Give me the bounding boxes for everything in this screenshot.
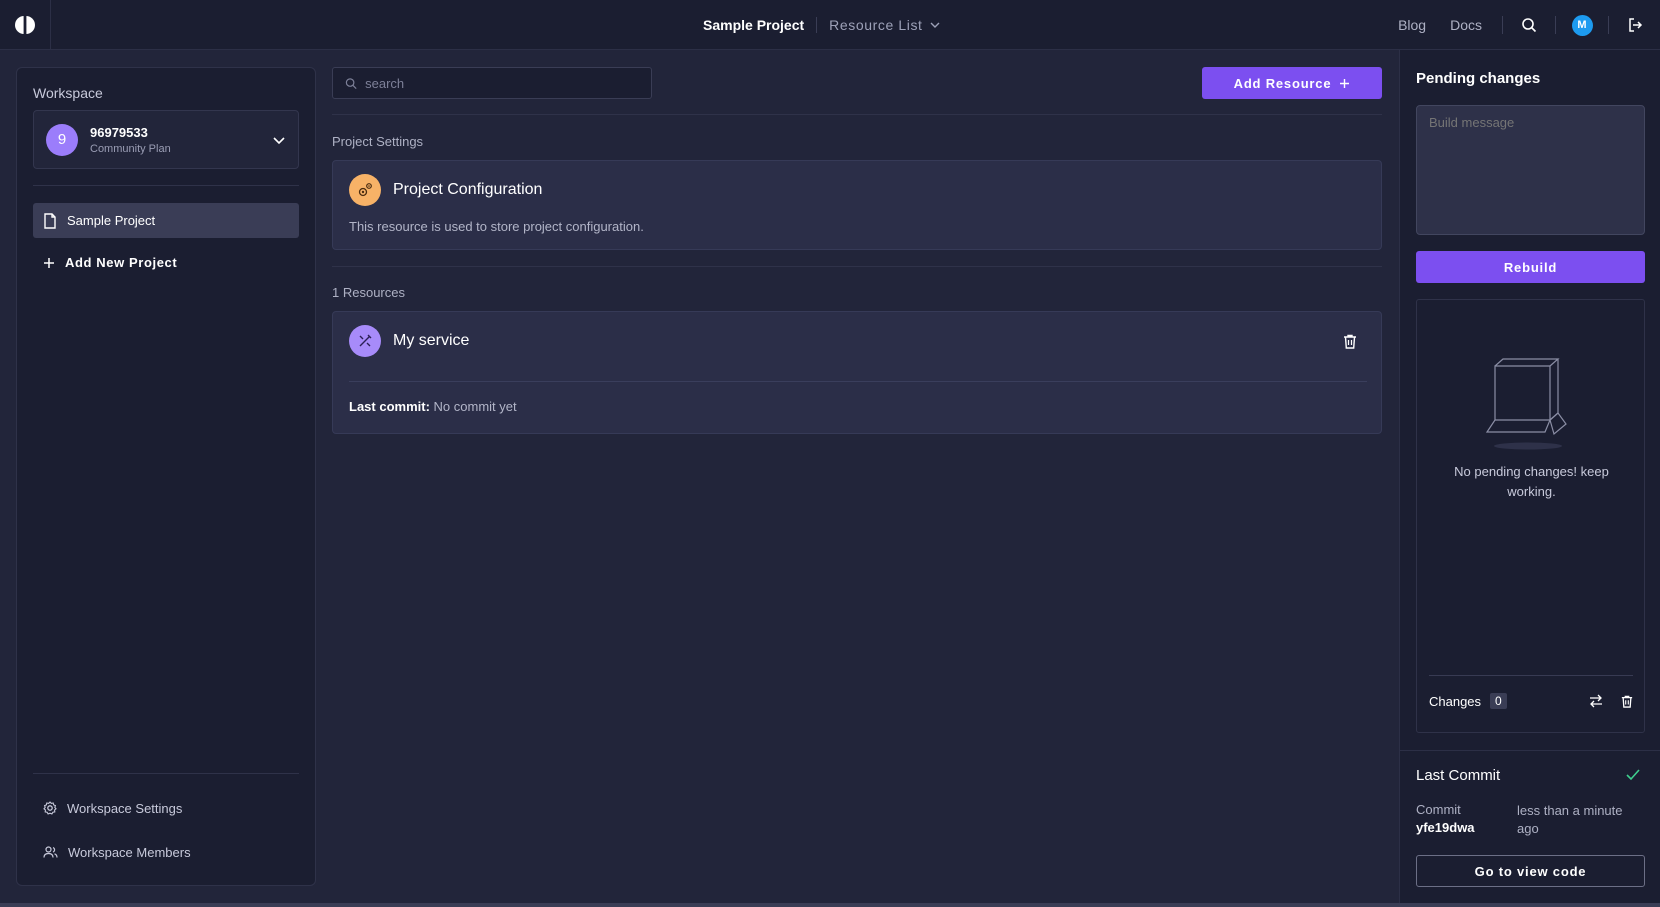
gear-icon — [43, 801, 57, 815]
commit-label: Commit — [1416, 802, 1461, 817]
search-input[interactable] — [365, 75, 639, 91]
chevron-down-icon — [930, 22, 940, 28]
card-description: This resource is used to store project c… — [349, 219, 644, 234]
top-project-link[interactable]: Sample Project — [703, 17, 804, 33]
swap-icon — [1590, 694, 1602, 708]
config-icon — [349, 174, 381, 206]
horizontal-scrollbar[interactable] — [0, 903, 1660, 907]
view-code-button[interactable]: Go to view code — [1416, 855, 1645, 887]
user-menu[interactable]: M — [1564, 7, 1600, 43]
chevron-down-icon — [273, 136, 285, 144]
sidebar-item-label: Sample Project — [67, 213, 156, 228]
divider — [33, 773, 299, 774]
workspace-selector[interactable]: 9 96979533 Community Plan — [33, 110, 299, 169]
workspace-avatar: 9 — [46, 123, 78, 156]
add-project-label: Add New Project — [65, 255, 178, 270]
sidebar: Workspace 9 96979533 Community Plan Samp… — [16, 67, 316, 886]
workspace-label: Workspace — [33, 85, 103, 101]
divider — [1400, 750, 1660, 751]
divider — [1429, 675, 1633, 676]
workspace-members-label: Workspace Members — [68, 844, 191, 860]
panel-title: Pending changes — [1416, 70, 1541, 87]
trash-icon — [1344, 334, 1356, 349]
card-header: Project Configuration — [349, 174, 542, 206]
service-icon — [349, 325, 381, 357]
resource-list-label: Resource List — [829, 17, 923, 33]
compare-changes-button[interactable] — [1589, 694, 1603, 708]
trash-icon — [1621, 695, 1633, 708]
logo-icon — [15, 16, 35, 34]
changes-box: No pending changes! keep working. Change… — [1416, 299, 1645, 733]
sidebar-item-sample-project[interactable]: Sample Project — [33, 203, 299, 238]
divider — [349, 381, 1367, 382]
check-icon — [1626, 768, 1640, 786]
search-button[interactable] — [1511, 7, 1547, 43]
docs-link[interactable]: Docs — [1438, 17, 1494, 33]
workspace-members-link[interactable]: Workspace Members — [33, 837, 299, 867]
resource-list-dropdown[interactable]: Resource List — [829, 17, 940, 33]
last-commit-title: Last Commit — [1416, 767, 1501, 784]
tools-icon — [359, 334, 372, 347]
last-commit-info: Last commit: No commit yet — [349, 399, 517, 414]
plus-icon — [44, 257, 54, 268]
search-field[interactable] — [332, 67, 652, 99]
project-settings-label: Project Settings — [332, 134, 424, 149]
logo[interactable] — [0, 0, 51, 50]
add-resource-label: Add Resource — [1233, 75, 1332, 91]
workspace-info: 96979533 Community Plan — [90, 125, 272, 155]
empty-message: No pending changes! keep working. — [1454, 464, 1609, 499]
changes-count-badge: 0 — [1490, 693, 1507, 709]
card-title: My service — [393, 332, 470, 349]
changes-row: Changes 0 — [1429, 693, 1633, 709]
logout-button[interactable] — [1617, 7, 1653, 43]
discard-changes-button[interactable] — [1621, 695, 1633, 708]
commit-hash[interactable]: yfe19dwa — [1416, 820, 1475, 835]
divider — [1502, 16, 1503, 34]
workspace-name: 96979533 — [90, 124, 148, 140]
resource-card[interactable]: My service Last commit: No commit yet — [332, 311, 1382, 434]
resources-count-label: 1 Resources — [332, 285, 405, 300]
rebuild-button[interactable]: Rebuild — [1416, 251, 1645, 283]
changes-label: Changes — [1429, 693, 1482, 709]
commit-time: less than a minute ago — [1517, 803, 1623, 836]
divider — [1555, 16, 1556, 34]
last-commit-value: No commit yet — [433, 399, 517, 414]
workspace-settings-link[interactable]: Workspace Settings — [33, 793, 299, 823]
blog-link[interactable]: Blog — [1386, 17, 1438, 33]
top-actions: Blog Docs M — [1386, 0, 1660, 50]
search-icon — [345, 77, 357, 89]
delete-resource-button[interactable] — [1343, 334, 1357, 354]
top-nav: Sample Project Resource List — [703, 0, 941, 50]
avatar: M — [1571, 14, 1593, 36]
gear-icon — [358, 183, 372, 197]
box-illustration — [1485, 358, 1567, 450]
plus-icon — [1340, 78, 1350, 88]
add-new-project-button[interactable]: Add New Project — [33, 245, 299, 280]
pending-changes-panel: Pending changes Rebuild No pending chang… — [1399, 50, 1660, 903]
last-commit-label: Last commit: — [349, 399, 430, 414]
divider — [332, 114, 1382, 115]
workspace-plan: Community Plan — [90, 142, 171, 155]
add-resource-button[interactable]: Add Resource — [1202, 67, 1382, 99]
divider — [1608, 16, 1609, 34]
project-configuration-card[interactable]: Project Configuration This resource is u… — [332, 160, 1382, 250]
build-message-input[interactable] — [1416, 105, 1645, 235]
top-divider — [816, 17, 818, 33]
search-icon — [1522, 18, 1537, 33]
top-bar: Sample Project Resource List Blog Docs M — [0, 0, 1660, 50]
logout-icon — [1629, 18, 1643, 32]
divider — [33, 185, 299, 186]
card-header: My service — [349, 325, 469, 357]
file-icon — [44, 212, 56, 229]
workspace-settings-label: Workspace Settings — [67, 800, 183, 816]
card-title: Project Configuration — [393, 181, 543, 198]
divider — [332, 266, 1382, 267]
users-icon — [43, 846, 58, 858]
